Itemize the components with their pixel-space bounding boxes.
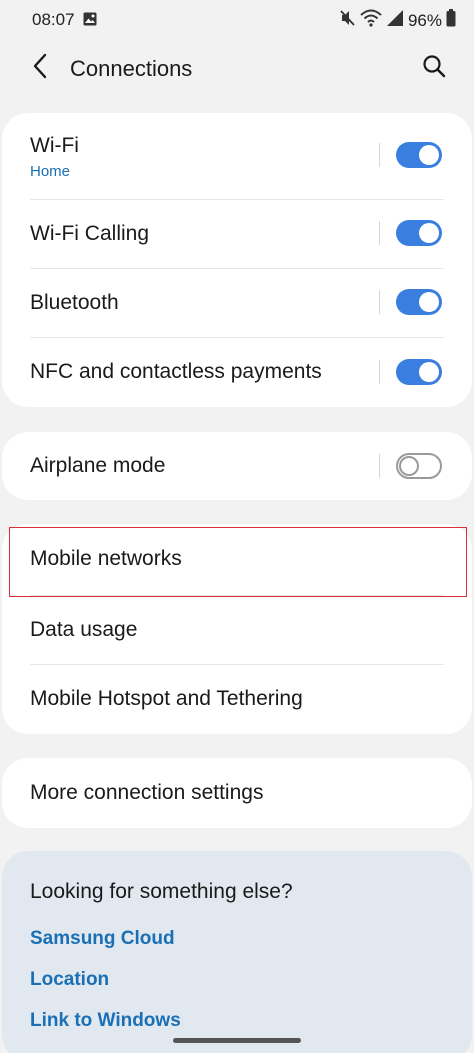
airplane-mode-row[interactable]: Airplane mode <box>2 432 472 500</box>
toggle-knob <box>399 456 419 476</box>
battery-icon <box>446 9 456 32</box>
wifi-calling-label: Wi-Fi Calling <box>30 222 150 245</box>
wifi-row[interactable]: Wi-Fi Home <box>2 113 472 199</box>
back-arrow-icon <box>32 53 48 84</box>
wifi-label: Wi-Fi <box>30 134 79 157</box>
airplane-mode-toggle[interactable] <box>396 453 442 479</box>
status-right-group: 96% <box>340 9 456 32</box>
gallery-notification-icon <box>83 12 97 26</box>
bluetooth-label: Bluetooth <box>30 291 119 314</box>
hotspot-tethering-row[interactable]: Mobile Hotspot and Tethering <box>2 664 472 734</box>
data-usage-row[interactable]: Data usage <box>2 595 472 664</box>
search-button[interactable] <box>416 50 452 86</box>
row-separator <box>379 290 380 314</box>
row-separator <box>379 143 380 167</box>
wifi-icon <box>360 9 382 32</box>
more-connection-settings-label: More connection settings <box>30 781 264 804</box>
suggestions-title: Looking for something else? <box>30 880 293 903</box>
nfc-label: NFC and contactless payments <box>30 360 322 383</box>
toggle-knob <box>419 223 439 243</box>
row-separator <box>379 360 380 384</box>
status-bar: 08:07 96% <box>0 0 474 40</box>
mute-icon <box>340 9 356 32</box>
link-to-windows-link[interactable]: Link to Windows <box>30 1010 181 1032</box>
status-time: 08:07 <box>32 10 75 29</box>
wifi-calling-toggle[interactable] <box>396 220 442 246</box>
toggle-knob <box>419 292 439 312</box>
bluetooth-toggle[interactable] <box>396 289 442 315</box>
hotspot-tethering-label: Mobile Hotspot and Tethering <box>30 687 303 710</box>
location-link[interactable]: Location <box>30 969 109 991</box>
connectivity-card: Wi-Fi Home Wi-Fi Calling Bluetooth NFC a… <box>2 113 472 407</box>
page-title: Connections <box>70 56 193 81</box>
samsung-cloud-link[interactable]: Samsung Cloud <box>30 928 175 950</box>
airplane-card: Airplane mode <box>2 432 472 500</box>
row-separator <box>379 221 380 245</box>
toggle-knob <box>419 145 439 165</box>
bluetooth-row[interactable]: Bluetooth <box>2 268 472 337</box>
more-settings-card: More connection settings <box>2 758 472 828</box>
app-header: Connections <box>0 40 474 98</box>
search-icon <box>422 54 446 83</box>
suggestions-card: Looking for something else? Samsung Clou… <box>2 851 472 1053</box>
highlight-box <box>9 527 467 597</box>
nfc-toggle[interactable] <box>396 359 442 385</box>
more-connection-settings-row[interactable]: More connection settings <box>2 758 472 828</box>
nfc-row[interactable]: NFC and contactless payments <box>2 337 472 407</box>
toggle-knob <box>419 362 439 382</box>
row-separator <box>379 454 380 478</box>
battery-percent: 96% <box>407 10 442 30</box>
data-usage-label: Data usage <box>30 618 138 641</box>
back-button[interactable] <box>22 50 58 86</box>
signal-icon <box>386 9 404 32</box>
wifi-calling-row[interactable]: Wi-Fi Calling <box>2 199 472 268</box>
wifi-network-name: Home <box>30 163 71 180</box>
wifi-toggle[interactable] <box>396 142 442 168</box>
airplane-mode-label: Airplane mode <box>30 454 166 477</box>
home-indicator[interactable] <box>173 1038 301 1043</box>
